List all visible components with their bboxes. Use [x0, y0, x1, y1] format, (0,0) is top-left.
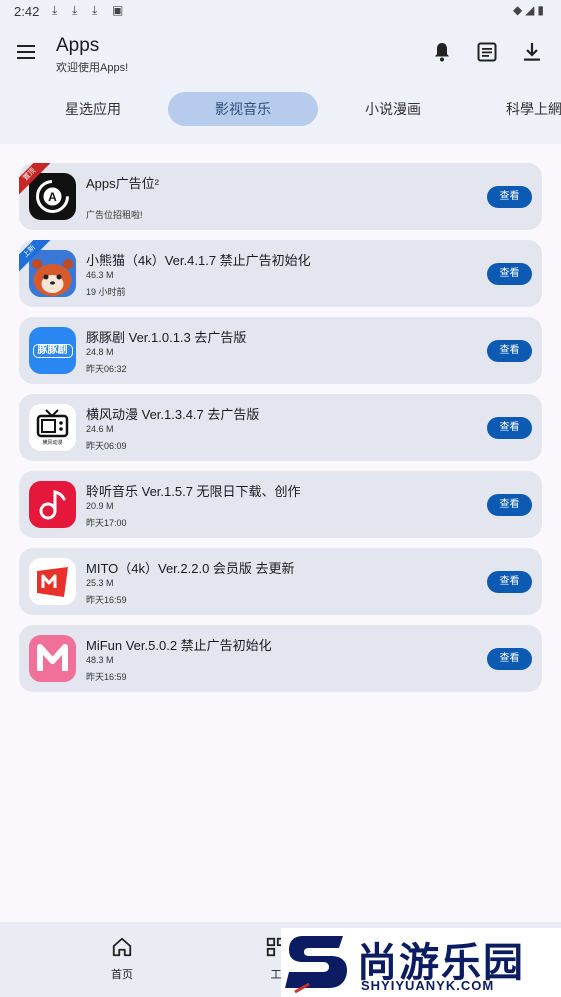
app-icon-label: 横风动漫 [42, 440, 63, 446]
download-icon: ⤓ [72, 3, 78, 17]
view-button[interactable]: 查看 [487, 648, 532, 670]
tab-proxy[interactable]: 科學上網 [506, 92, 561, 126]
tv-app-icon: 横风动漫 [29, 404, 76, 451]
view-button[interactable]: 查看 [487, 571, 532, 593]
app-card[interactable]: A 置顶 Apps广告位² 广告位招租啦! 查看 [19, 163, 542, 230]
app-card[interactable]: MiFun Ver.5.0.2 禁止广告初始化 48.3 M 昨天16:59 查… [19, 625, 542, 692]
app-updated-time: 昨天16:59 [86, 672, 127, 682]
app-name: 豚豚剧 Ver.1.0.1.3 去广告版 [86, 330, 247, 345]
notification-app-icon: ▣ [112, 3, 124, 17]
app-name: Apps广告位² [86, 176, 159, 191]
app-card[interactable]: 聆听音乐 Ver.1.5.7 无限日下载、创作 20.9 M 昨天17:00 查… [19, 471, 542, 538]
tab-video-music[interactable]: 影视音乐 [168, 92, 318, 126]
watermark-logo-icon [285, 936, 347, 994]
category-tabs: 星选应用 影视音乐 小说漫画 科學上網 [0, 84, 561, 144]
app-updated-time: 19 小时前 [86, 287, 126, 297]
status-time: 2:42 [14, 4, 40, 19]
app-updated-time: 昨天16:59 [86, 595, 127, 605]
tuntun-drama-app-icon: 豚豚剧 [29, 327, 76, 374]
app-updated-time: 昨天17:00 [86, 518, 127, 528]
tab-featured-apps[interactable]: 星选应用 [48, 92, 138, 126]
app-name: 小熊猫（4k）Ver.4.1.7 禁止广告初始化 [86, 253, 311, 268]
status-bar: 2:42 ⤓ ⤓ ⤓ ▣ ◆◢▮ [0, 0, 561, 24]
app-updated-time: 昨天06:32 [86, 364, 127, 374]
nav-home[interactable]: 首页 [92, 936, 152, 982]
download-icon: ⤓ [92, 3, 98, 17]
system-status-icons: ◆◢▮ [512, 3, 547, 17]
app-size: 24.6 M [86, 424, 114, 434]
mifun-app-icon [29, 635, 76, 682]
app-card[interactable]: 上新 小熊猫（4k）Ver.4.1.7 禁止广告初始化 46.3 M 19 小时… [19, 240, 542, 307]
mito-app-icon [29, 558, 76, 605]
app-icon-label: 豚豚剧 [37, 345, 68, 356]
download-icon: ⤓ [52, 3, 58, 17]
app-card[interactable]: 豚豚剧 豚豚剧 Ver.1.0.1.3 去广告版 24.8 M 昨天06:32 … [19, 317, 542, 384]
app-name: MITO（4k）Ver.2.2.0 会员版 去更新 [86, 561, 295, 576]
app-name: 横风动漫 Ver.1.3.4.7 去广告版 [86, 407, 260, 422]
app-size: 48.3 M [86, 655, 114, 665]
view-button[interactable]: 查看 [487, 494, 532, 516]
watermark: 尚游乐园 SHYIYUANYK.COM [281, 928, 561, 997]
app-description: 广告位招租啦! [86, 210, 143, 220]
home-icon [112, 937, 132, 957]
app-size: 24.8 M [86, 347, 114, 357]
view-button[interactable]: 查看 [487, 186, 532, 208]
view-button[interactable]: 查看 [487, 263, 532, 285]
music-note-app-icon [29, 481, 76, 528]
red-panda-app-icon [29, 250, 76, 297]
app-bar: Apps 欢迎使用Apps! [0, 24, 561, 84]
app-size: 46.3 M [86, 270, 114, 280]
menu-icon[interactable] [14, 40, 38, 64]
page-title: Apps [56, 35, 100, 56]
app-name: 聆听音乐 Ver.1.5.7 无限日下载、创作 [86, 484, 301, 499]
app-card[interactable]: MITO（4k）Ver.2.2.0 会员版 去更新 25.3 M 昨天16:59… [19, 548, 542, 615]
view-button[interactable]: 查看 [487, 340, 532, 362]
app-name: MiFun Ver.5.0.2 禁止广告初始化 [86, 638, 272, 653]
svg-text:A: A [48, 190, 57, 204]
app-size: 25.3 M [86, 578, 114, 588]
tab-novels-comics[interactable]: 小说漫画 [348, 92, 438, 126]
article-icon[interactable] [475, 40, 499, 64]
app-size: 20.9 M [86, 501, 114, 511]
view-button[interactable]: 查看 [487, 417, 532, 439]
nav-tools-label: 工 [270, 969, 282, 981]
download-icon[interactable] [520, 40, 544, 64]
app-card[interactable]: 横风动漫 横风动漫 Ver.1.3.4.7 去广告版 24.6 M 昨天06:0… [19, 394, 542, 461]
nav-home-label: 首页 [111, 969, 133, 981]
page-subtitle: 欢迎使用Apps! [56, 62, 129, 74]
app-updated-time: 昨天06:09 [86, 441, 127, 451]
bell-icon[interactable] [430, 40, 454, 64]
watermark-url: SHYIYUANYK.COM [361, 978, 495, 993]
apps-logo-icon: A [29, 173, 76, 220]
